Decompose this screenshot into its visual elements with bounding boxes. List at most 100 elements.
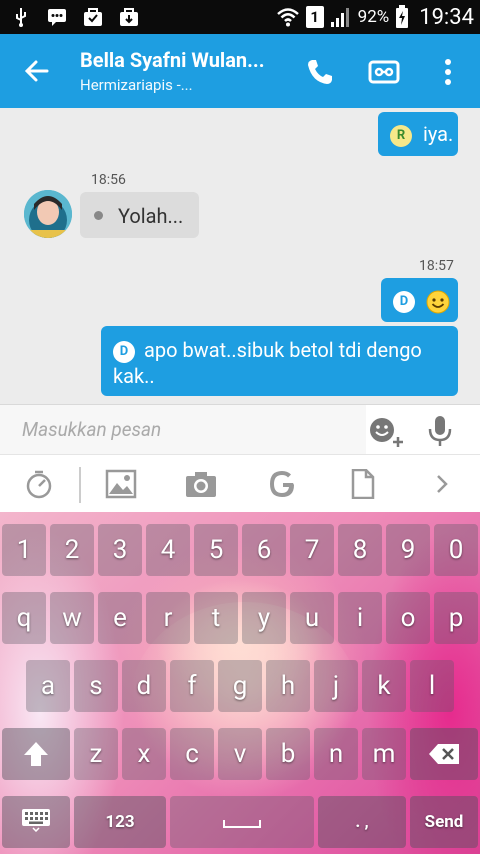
attachment-toolbar [0,454,480,512]
smile-emoji-icon [426,290,450,314]
punctuation-key[interactable]: . , [318,796,406,848]
message-list[interactable]: R iya. 18:56 Yolah... 18:57 D D apo bwat… [0,108,480,404]
timer-icon[interactable] [23,469,55,499]
key-j-label: j [332,671,340,701]
key-l[interactable]: l [410,660,454,712]
signal-icon [330,8,349,27]
key-v[interactable]: v [218,728,262,780]
emoji-add-icon[interactable] [368,415,404,447]
status-dot [94,211,103,221]
key-p-label: p [448,603,464,633]
video-chat-icon[interactable] [368,56,400,88]
key-a-label: a [40,671,56,701]
message-bubble[interactable]: R iya. [378,112,458,156]
chat-notification-icon [48,9,66,26]
key-6[interactable]: 6 [242,524,286,576]
key-1[interactable]: 1 [2,524,46,576]
key-l-label: l [428,671,436,701]
backspace-key[interactable] [410,728,478,780]
document-icon[interactable] [347,469,379,499]
key-s-label: s [89,671,103,701]
key-q[interactable]: q [2,592,46,644]
camera-icon[interactable] [185,469,217,499]
key-2-label: 2 [64,535,80,565]
key-b[interactable]: b [266,728,310,780]
key-x-label: x [137,739,151,769]
numbers-key[interactable]: 123 [74,796,166,848]
key-2[interactable]: 2 [50,524,94,576]
read-receipt-badge: R [390,124,412,147]
key-e[interactable]: e [98,592,142,644]
key-0[interactable]: 0 [434,524,478,576]
message-text: apo bwat..sibuk betol tdi dengo kak.. [113,338,422,388]
keyboard-settings-key[interactable] [2,796,70,848]
send-key[interactable]: Send [410,796,478,848]
shift-key[interactable] [2,728,70,780]
key-9[interactable]: 9 [386,524,430,576]
key-f[interactable]: f [170,660,214,712]
backspace-icon [429,744,459,764]
key-k[interactable]: k [362,660,406,712]
key-a[interactable]: a [26,660,70,712]
status-bar: 1 92% 19:34 [0,0,480,34]
contact-photo [24,190,72,238]
avatar[interactable] [24,190,72,238]
image-gallery-icon[interactable] [105,469,137,499]
send-key-label: Send [424,812,464,832]
key-r[interactable]: r [146,592,190,644]
key-3[interactable]: 3 [98,524,142,576]
bag-icon [120,8,138,26]
more-options-icon[interactable] [432,56,464,88]
back-arrow-icon[interactable] [22,56,52,86]
message-composer: Masukkan pesan [0,404,480,455]
space-key[interactable] [170,796,314,848]
key-i-label: i [356,603,364,633]
message-input[interactable]: Masukkan pesan [0,405,366,455]
key-9-label: 9 [400,535,416,565]
key-d-label: d [136,671,152,701]
key-h[interactable]: h [266,660,310,712]
toolbar-divider [79,467,81,503]
key-c-label: c [185,739,199,769]
numbers-key-label: 123 [105,812,135,832]
key-7[interactable]: 7 [290,524,334,576]
conversation-header[interactable]: Bella Syafni Wulan... Hermizariapis -... [80,48,290,94]
key-8[interactable]: 8 [338,524,382,576]
key-n[interactable]: n [314,728,358,780]
keyboard-icon [22,809,50,833]
key-g[interactable]: g [218,660,262,712]
key-5[interactable]: 5 [194,524,238,576]
message-bubble[interactable]: D apo bwat..sibuk betol tdi dengo kak.. [101,326,458,396]
keyboard: 1 2 3 4 5 6 7 8 9 0 q w e r t y u i o p a s d f g h j k l z x c v b n m 123.… [0,512,480,854]
key-s[interactable]: s [74,660,118,712]
key-4[interactable]: 4 [146,524,190,576]
key-e-label: e [113,603,127,633]
key-c[interactable]: c [170,728,214,780]
key-4-label: 4 [160,535,176,565]
google-search-icon[interactable] [267,469,299,499]
chevron-right-icon[interactable] [426,469,458,499]
key-x[interactable]: x [122,728,166,780]
key-z-label: z [89,739,103,769]
key-1-label: 1 [16,535,32,565]
key-w[interactable]: w [50,592,94,644]
key-p[interactable]: p [434,592,478,644]
phone-call-icon[interactable] [304,56,336,88]
key-j[interactable]: j [314,660,358,712]
key-t[interactable]: t [194,592,238,644]
key-o[interactable]: o [386,592,430,644]
key-g-label: g [232,671,248,701]
key-y[interactable]: y [242,592,286,644]
key-d[interactable]: d [122,660,166,712]
key-8-label: 8 [352,535,368,565]
key-b-label: b [280,739,296,769]
key-m[interactable]: m [362,728,406,780]
microphone-icon[interactable] [426,415,454,447]
message-bubble[interactable]: D [381,278,458,322]
key-6-label: 6 [256,535,272,565]
key-i[interactable]: i [338,592,382,644]
key-t-label: t [211,603,221,633]
message-bubble[interactable]: Yolah... [80,192,199,238]
key-z[interactable]: z [74,728,118,780]
key-u[interactable]: u [290,592,334,644]
